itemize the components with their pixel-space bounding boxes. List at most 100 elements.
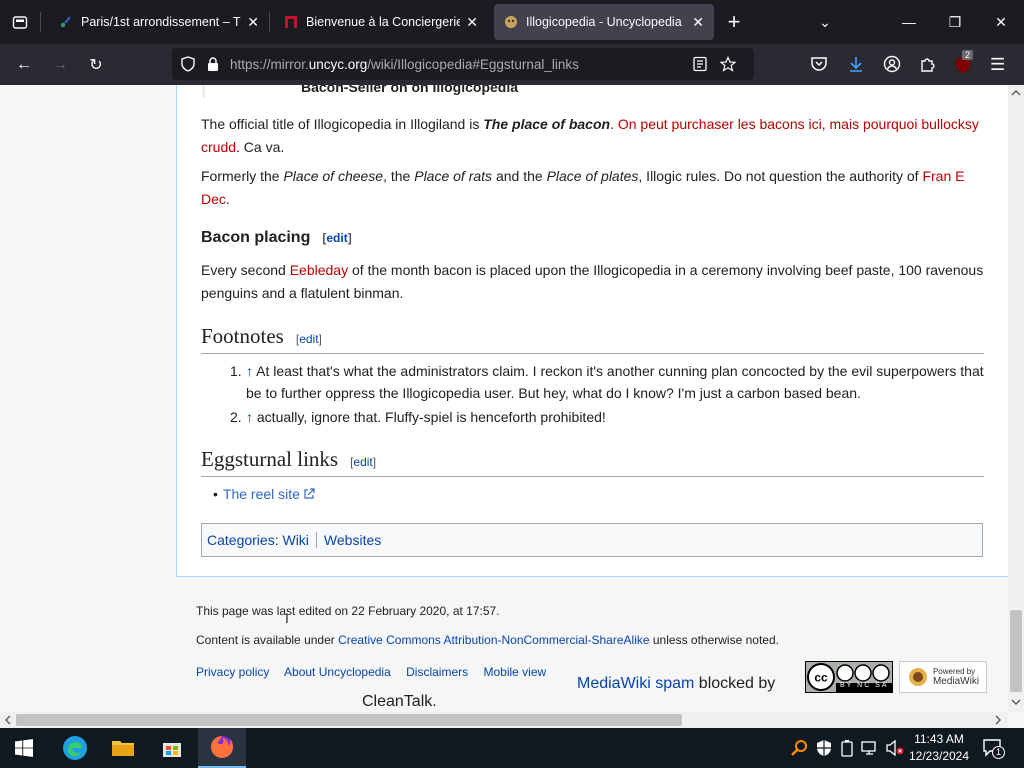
eebleday-link[interactable]: Eebleday (290, 262, 348, 278)
battery-icon (841, 740, 853, 757)
article-content: Bacon-Seller on on Illogicopedia The off… (176, 85, 1008, 577)
spam-protection-text: MediaWiki spam blocked by (577, 675, 775, 693)
tray-search-icon[interactable] (790, 739, 808, 762)
footnote-backlink[interactable]: ↑ (246, 409, 253, 425)
disclaimers-link[interactable]: Disclaimers (406, 665, 468, 679)
bookmark-star-icon[interactable] (720, 56, 736, 72)
taskbar-store[interactable] (148, 728, 196, 768)
list-all-tabs-button[interactable]: ⌄ (802, 0, 848, 44)
back-button[interactable]: ← (6, 49, 42, 81)
privacy-policy-link[interactable]: Privacy policy (196, 665, 269, 679)
url-bar[interactable]: https://mirror.uncyc.org/wiki/Illogicope… (172, 48, 754, 80)
tab-conciergerie[interactable]: Bienvenue à la Conciergerie ✕ (274, 4, 488, 40)
category-wiki-link[interactable]: Wiki (282, 529, 308, 552)
tray-network-icon[interactable] (861, 739, 879, 762)
extensions-button[interactable] (919, 55, 937, 78)
account-button[interactable] (883, 55, 901, 78)
tab-illogicopedia[interactable]: Illogicopedia - Uncyclopedia ✕ (494, 4, 714, 40)
shield-icon (817, 740, 831, 756)
lock-icon[interactable] (206, 56, 220, 72)
reader-view-icon[interactable] (692, 56, 708, 72)
pocket-button[interactable] (810, 56, 828, 77)
url-text[interactable]: https://mirror.uncyc.org/wiki/Illogicope… (230, 57, 579, 72)
intro-paragraph: The official title of Illogicopedia in I… (201, 113, 984, 159)
start-button[interactable] (0, 728, 48, 768)
categories-link[interactable]: Categories (207, 529, 275, 552)
footnotes-heading: Footnotes [edit] (201, 325, 984, 354)
notification-center-button[interactable]: 1 (982, 738, 1005, 763)
cc-license-badge[interactable]: cc BY NC SA (805, 661, 893, 693)
network-icon (861, 741, 876, 755)
vertical-scroll-thumb[interactable] (1010, 610, 1022, 692)
close-tab-icon[interactable]: ✕ (247, 14, 259, 31)
windows-logo-icon (15, 739, 33, 757)
license-prefix: Content is available under (196, 633, 339, 647)
scroll-up-arrow-icon[interactable] (1008, 85, 1024, 101)
ublock-button[interactable]: 2 (954, 50, 974, 74)
mobile-view-link[interactable]: Mobile view (483, 665, 546, 679)
forward-button[interactable]: → (42, 49, 78, 81)
svg-text:cc: cc (814, 671, 828, 685)
categories-colon: : (274, 531, 283, 548)
close-window-button[interactable]: ✕ (978, 0, 1024, 44)
tray-volume-icon[interactable] (885, 739, 905, 762)
taskbar-file-explorer[interactable] (99, 728, 147, 768)
page-viewport: Bacon-Seller on on Illogicopedia The off… (0, 85, 1008, 712)
edit-link[interactable]: edit (299, 332, 318, 346)
puzzle-icon (921, 58, 935, 72)
tab-title: Paris/1st arrondissement – Trav (81, 15, 242, 29)
tab-separator (269, 12, 270, 32)
monument-icon (285, 16, 297, 28)
formerly-paragraph: Formerly the Place of cheese, the Place … (201, 165, 984, 211)
horizontal-scroll-thumb[interactable] (16, 714, 682, 726)
footnote-backlink[interactable]: ↑ (246, 363, 253, 379)
footnote-number: 2. (230, 409, 242, 425)
edit-link[interactable]: edit (326, 231, 347, 245)
last-edited-text: This page was last edited on 22 February… (196, 604, 500, 618)
category-separator (315, 532, 317, 548)
download-icon (850, 57, 862, 72)
clock-time[interactable]: 11:43 AM (908, 732, 970, 746)
powered-by-text: Powered by MediaWiki (933, 667, 979, 687)
maximize-button[interactable]: ❐ (932, 0, 978, 44)
taskbar-edge[interactable] (51, 728, 99, 768)
reload-button[interactable]: ↻ (78, 49, 114, 81)
url-path: /wiki/Illogicopedia#Eggsturnal_links (367, 56, 579, 72)
wikivoyage-icon (60, 16, 71, 28)
edit-link[interactable]: edit (353, 455, 372, 469)
firefox-icon (211, 736, 233, 758)
mediawiki-spam-link[interactable]: MediaWiki spam (577, 675, 694, 692)
minimize-icon: — (902, 14, 916, 30)
reel-site-link[interactable]: The reel site (223, 486, 300, 502)
about-link[interactable]: About Uncyclopedia (284, 665, 391, 679)
scroll-right-arrow-icon[interactable] (990, 712, 1006, 728)
close-tab-icon[interactable]: ✕ (466, 14, 478, 31)
url-host: uncyc.org (308, 56, 368, 72)
firefox-view-button[interactable] (0, 0, 40, 44)
menu-button[interactable]: ☰ (990, 55, 1005, 75)
scroll-down-arrow-icon[interactable] (1008, 694, 1024, 710)
uncyclopedia-icon (505, 16, 517, 28)
new-tab-button[interactable]: + (714, 9, 754, 35)
tab-paris[interactable]: Paris/1st arrondissement – Trav ✕ (49, 4, 269, 40)
bacon-text-1: Every second (201, 262, 290, 278)
category-websites-link[interactable]: Websites (324, 529, 381, 552)
scroll-left-arrow-icon[interactable] (0, 712, 16, 728)
shield-icon[interactable] (180, 56, 196, 72)
footnotes-list: 1. ↑ At least that's what the administrat… (230, 360, 986, 430)
tray-battery-icon[interactable] (840, 739, 854, 762)
formerly-text-5: . (225, 191, 230, 207)
downloads-button[interactable] (847, 55, 865, 78)
back-arrow-icon: ← (16, 55, 32, 73)
volume-muted-icon (886, 739, 904, 757)
hamburger-menu-icon: ☰ (990, 55, 1006, 74)
minimize-button[interactable]: — (886, 0, 932, 44)
taskbar-firefox[interactable] (198, 728, 246, 768)
clock-date[interactable]: 12/23/2024 (908, 749, 970, 763)
license-link[interactable]: Creative Commons Attribution-NonCommerci… (338, 633, 649, 647)
powered-by-mediawiki-badge[interactable]: Powered by MediaWiki (899, 661, 987, 693)
tray-defender-icon[interactable] (815, 739, 833, 762)
close-tab-icon[interactable]: ✕ (692, 14, 704, 31)
plus-icon: + (727, 9, 741, 34)
edit-section: [edit] (350, 455, 377, 469)
